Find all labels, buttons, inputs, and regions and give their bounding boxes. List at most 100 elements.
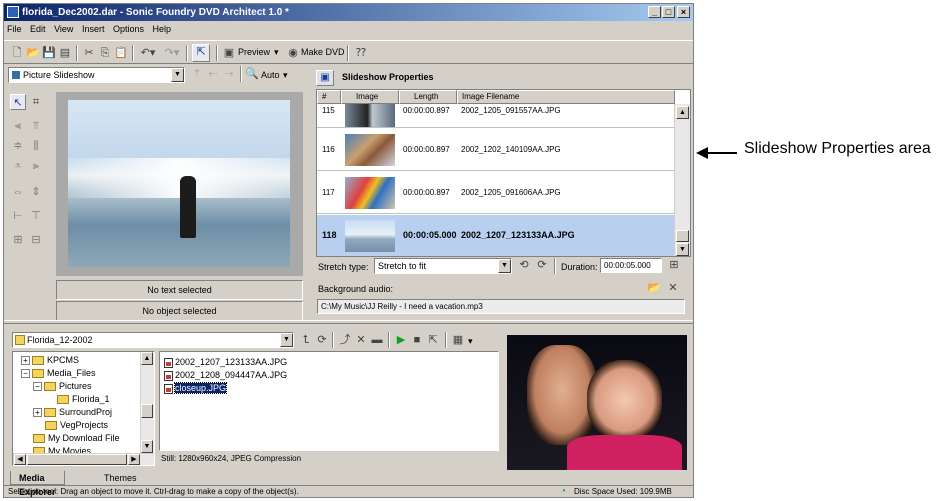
preview-icon[interactable]: ▣ [222,46,236,60]
align-left-icon[interactable]: ⫷ [10,118,26,134]
browse-folder-icon[interactable]: 📂 [647,281,661,295]
tab-media-explorer[interactable]: Media Explorer [10,471,65,497]
space-horizontal-icon[interactable]: ⊢ [10,208,26,224]
column-header-filename[interactable]: Image Filename [457,90,675,104]
menu-options[interactable]: Options [110,22,147,36]
scroll-up-icon[interactable]: ▲ [141,352,153,365]
collapse-icon[interactable]: − [21,369,30,379]
table-row[interactable]: 115 00:00:00.897 2002_1205_091557AA.JPG [317,104,674,128]
column-header-number[interactable]: # [317,90,341,104]
slideshow-properties-icon[interactable]: ▣ [316,70,334,86]
tree-item[interactable]: − Media_Files [21,367,96,380]
align-center-icon[interactable]: ≑ [10,138,26,154]
pointer-tool-icon[interactable]: ↖ [10,94,26,110]
chevron-down-icon[interactable]: ▼ [171,68,184,82]
clear-icon[interactable]: ✕ [666,281,680,295]
help-pointer-icon[interactable]: ⁇ [354,46,368,60]
menu-help[interactable]: Help [150,22,175,36]
expand-icon[interactable]: + [21,356,30,366]
move-up-icon[interactable]: ⇡ [190,67,204,81]
auto-preview-icon[interactable]: ⇱ [426,333,440,347]
preview-dropdown-icon[interactable]: ▾ [274,47,279,58]
apply-all-icon[interactable]: ⊞ [667,258,681,272]
tree-scrollbar[interactable]: ▲ ▼ [140,352,154,453]
zoom-auto-button[interactable]: Auto [261,70,280,80]
copy-icon[interactable]: ⎘ [98,46,112,60]
tree-item[interactable]: − Pictures [33,380,92,393]
file-item-selected[interactable]: closeup.JPG [164,382,228,394]
column-header-image[interactable]: Image [341,90,399,104]
same-width-icon[interactable]: ⇔ [10,184,26,200]
selection-tool-icon[interactable]: ⇱ [192,44,210,62]
align-bottom-icon[interactable]: ⩡ [10,158,26,174]
close-button[interactable]: × [677,6,690,18]
delete-icon[interactable]: ✕ [354,333,368,347]
center-vertical-icon[interactable]: ⊟ [28,232,44,248]
pane-splitter[interactable] [4,320,693,324]
add-to-project-icon[interactable]: ⤴ [338,333,352,347]
menu-edit[interactable]: Edit [27,22,49,36]
center-horizontal-icon[interactable]: ⊞ [10,232,26,248]
table-row[interactable]: 117 00:00:00.897 2002_1205_091606AA.JPG [317,172,674,214]
scroll-right-icon[interactable]: ▶ [128,454,140,465]
column-header-length[interactable]: Length [399,90,457,104]
align-right-icon[interactable]: ⫸ [28,158,44,174]
cut-icon[interactable]: ✂ [82,46,96,60]
maximize-button[interactable]: □ [662,6,675,18]
tree-horizontal-scrollbar[interactable]: ◀ ▶ [13,453,154,465]
chevron-down-icon[interactable]: ▼ [498,259,511,273]
menu-file[interactable]: File [4,22,25,36]
tree-item[interactable]: VegProjects [45,419,108,432]
open-icon[interactable]: 📂 [26,46,40,60]
tab-themes[interactable]: Themes [96,471,145,485]
scroll-down-icon[interactable]: ▼ [676,243,689,256]
same-height-icon[interactable]: ⇕ [28,184,44,200]
minimize-button[interactable]: _ [648,6,661,18]
zoom-dropdown-icon[interactable]: ▾ [283,70,288,81]
collapse-icon[interactable]: − [33,382,42,392]
properties-icon[interactable]: ▤ [58,46,72,60]
make-dvd-button[interactable]: Make DVD [301,47,345,57]
views-icon[interactable]: ▦ [451,333,465,347]
expand-icon[interactable]: + [33,408,42,418]
explorer-folder-dropdown[interactable]: Florida_12-2002 ▼ [12,332,294,348]
scroll-thumb[interactable] [141,404,153,418]
tree-item[interactable]: My Download File [33,432,120,445]
grid-tool-icon[interactable]: ⌗ [28,94,44,110]
forward-icon[interactable]: ⇢ [222,67,236,81]
undo-icon[interactable]: ↶▾ [138,46,158,60]
rotate-right-icon[interactable]: ⟳ [535,258,549,272]
play-icon[interactable]: ▶ [394,333,408,347]
folder-view-icon[interactable]: ▬ [370,333,384,347]
background-audio-field[interactable]: C:\My Music\JJ Reilly - I need a vacatio… [317,299,685,314]
save-icon[interactable]: 💾 [42,46,56,60]
file-item[interactable]: 2002_1207_123133AA.JPG [164,356,287,368]
back-icon[interactable]: ⇠ [206,67,220,81]
stop-icon[interactable]: ■ [410,333,424,347]
table-scrollbar[interactable]: ▲ ▼ [674,104,690,256]
disc-icon[interactable]: ◉ [286,46,300,60]
file-item[interactable]: 2002_1208_094447AA.JPG [164,369,287,381]
scroll-thumb[interactable] [27,454,127,465]
paste-icon[interactable]: 📋 [114,46,128,60]
tree-item[interactable]: + KPCMS [21,354,79,367]
up-folder-icon[interactable]: ⮤ [299,333,313,347]
stretch-type-dropdown[interactable]: Stretch to fit ▼ [374,258,512,274]
editor-type-dropdown[interactable]: Picture Slideshow ▼ [8,67,185,83]
align-top-icon[interactable]: ⫪ [28,118,44,134]
editor-preview[interactable] [56,92,303,276]
scroll-down-icon[interactable]: ▼ [141,440,153,453]
table-row[interactable]: 116 00:00:00.897 2002_1202_140109AA.JPG [317,129,674,171]
space-vertical-icon[interactable]: ⊤ [28,208,44,224]
preview-button[interactable]: Preview [238,47,270,57]
tree-item[interactable]: Florida_1 [57,393,110,406]
scroll-thumb[interactable] [676,230,689,242]
chevron-down-icon[interactable]: ▼ [280,333,293,347]
scroll-left-icon[interactable]: ◀ [14,454,26,465]
refresh-icon[interactable]: ⟳ [315,333,329,347]
tree-item[interactable]: + SurroundProj [33,406,112,419]
new-icon[interactable]: 🗋 [10,46,24,60]
zoom-icon[interactable]: 🔍 [245,67,259,81]
table-row-selected[interactable]: 118 00:00:05.000 2002_1207_123133AA.JPG [317,215,674,256]
scroll-up-icon[interactable]: ▲ [676,106,689,119]
